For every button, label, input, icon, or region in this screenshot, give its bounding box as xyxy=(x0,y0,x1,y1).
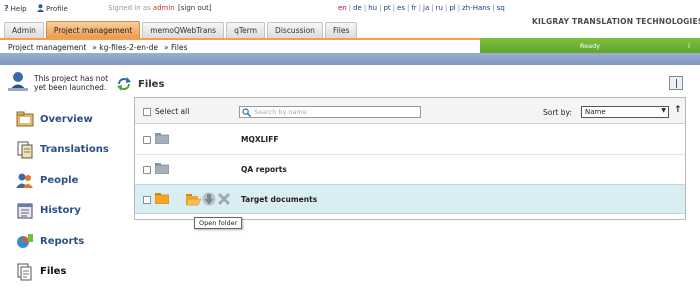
side-nav: Overview Translations People History Rep… xyxy=(16,104,126,287)
tab-discussion[interactable]: Discussion xyxy=(267,22,323,38)
sidebar-item-files[interactable]: Files xyxy=(16,257,126,288)
language-link-fr[interactable]: fr xyxy=(409,4,418,12)
breadcrumb: Project management » kg-files-2-en-de » … xyxy=(8,43,187,52)
sort-direction-button[interactable]: ↑ xyxy=(674,105,682,115)
download-icon[interactable] xyxy=(202,192,216,206)
language-link-hu[interactable]: hu xyxy=(366,4,379,12)
project-status-note: This project has not yet been launched. xyxy=(34,74,109,92)
files-header: Files xyxy=(116,76,164,92)
signed-in-label: Signed in as xyxy=(108,4,151,12)
tab-files[interactable]: Files xyxy=(324,22,358,38)
divider-bar xyxy=(0,53,700,65)
row-checkbox[interactable] xyxy=(143,166,151,174)
files-icon xyxy=(16,263,34,281)
sidebar-item-overview[interactable]: Overview xyxy=(16,104,126,135)
sidebar-item-label: Overview xyxy=(40,113,93,125)
breadcrumb-files: » Files xyxy=(164,43,188,52)
file-name[interactable]: QA reports xyxy=(241,165,287,174)
breadcrumb-project-management[interactable]: Project management xyxy=(8,43,86,52)
folder-icon xyxy=(155,193,169,204)
sidebar-item-translations[interactable]: Translations xyxy=(16,135,126,166)
sidebar-item-history[interactable]: History xyxy=(16,196,126,227)
status-text: Ready xyxy=(579,41,601,50)
translations-icon xyxy=(16,141,34,159)
language-link-ru[interactable]: ru xyxy=(434,4,445,12)
sidebar-item-label: Translations xyxy=(40,144,109,156)
sync-icon[interactable] xyxy=(116,76,132,92)
help-icon: ? xyxy=(4,4,9,13)
tooltip: Open folder xyxy=(194,217,243,229)
chevron-down-icon: ▼ xyxy=(661,107,666,114)
tab-project-management[interactable]: Project management xyxy=(45,21,141,38)
language-link-es[interactable]: es xyxy=(395,4,407,12)
main-tabs: Admin Project management memoQWebTrans q… xyxy=(4,21,359,38)
username: admin xyxy=(152,4,175,12)
row-checkbox[interactable] xyxy=(143,196,151,204)
language-link-ja[interactable]: ja xyxy=(421,4,431,12)
info-icon[interactable]: i xyxy=(688,42,690,50)
profile-link[interactable]: Profile xyxy=(37,4,68,14)
tab-qterm[interactable]: qTerm xyxy=(226,22,266,38)
reports-icon xyxy=(16,232,34,250)
brand-name: KILGRAY TRANSLATION TECHNOLOGIES xyxy=(532,16,700,26)
signout-label: [sign out] xyxy=(178,4,212,12)
language-selector: en | de | hu | pt | es | fr | ja | ru | pl | zh-Hans | sq xyxy=(336,4,507,12)
folder-icon xyxy=(155,133,169,144)
profile-icon xyxy=(37,4,44,14)
select-all[interactable]: Select all xyxy=(143,107,189,116)
files-panel: Select all Search by name Sort by: Name … xyxy=(134,97,686,220)
file-name[interactable]: MQXLIFF xyxy=(241,135,278,144)
select-all-checkbox[interactable] xyxy=(143,107,151,116)
sidebar-item-label: Reports xyxy=(40,235,85,247)
tab-admin[interactable]: Admin xyxy=(4,22,44,38)
language-link-en[interactable]: en xyxy=(336,4,349,12)
open-folder-icon[interactable] xyxy=(186,193,201,206)
files-toolbar: Select all Search by name Sort by: Name … xyxy=(135,98,685,124)
search-icon xyxy=(242,108,251,117)
sidebar-item-people[interactable]: People xyxy=(16,165,126,196)
language-link-pt[interactable]: pt xyxy=(381,4,392,12)
help-label: Help xyxy=(10,4,27,13)
select-all-label: Select all xyxy=(155,107,190,116)
status-bar: Ready i xyxy=(480,38,700,53)
brand-logo: KILGRAY TRANSLATION TECHNOLOGIES xyxy=(528,6,700,36)
page-title: Files xyxy=(138,78,165,90)
file-row[interactable]: MQXLIFF xyxy=(135,125,685,155)
sidebar-item-label: People xyxy=(40,174,79,186)
history-icon xyxy=(16,202,34,220)
search-placeholder: Search by name xyxy=(254,108,307,116)
file-row-selected[interactable]: Target documents xyxy=(135,184,685,214)
signout-link[interactable]: [sign out] xyxy=(178,4,212,12)
sidebar-item-reports[interactable]: Reports xyxy=(16,226,126,257)
sidebar-item-label: Files xyxy=(40,266,67,278)
sidebar-item-label: History xyxy=(40,205,81,217)
help-link[interactable]: ? Help xyxy=(4,4,27,13)
project-user-icon xyxy=(8,72,28,91)
row-actions xyxy=(186,192,231,206)
sort-select-value: Name xyxy=(585,108,606,116)
people-icon xyxy=(16,171,34,189)
panel-toggle-icon[interactable] xyxy=(669,76,683,90)
tab-memoqwebtrans[interactable]: memoQWebTrans xyxy=(142,22,225,38)
sort-by-label: Sort by: xyxy=(543,108,572,117)
search-input[interactable]: Search by name xyxy=(239,106,421,118)
breadcrumb-project[interactable]: » kg-files-2-en-de xyxy=(92,43,158,52)
language-link-pl[interactable]: pl xyxy=(447,4,457,12)
folder-icon xyxy=(155,163,169,174)
language-link-sq[interactable]: sq xyxy=(495,4,507,12)
row-checkbox[interactable] xyxy=(143,136,151,144)
delete-icon[interactable] xyxy=(217,192,231,206)
profile-label: Profile xyxy=(46,5,68,13)
language-link-de[interactable]: de xyxy=(351,4,364,12)
signed-in-info: Signed in as admin xyxy=(108,4,175,12)
file-name[interactable]: Target documents xyxy=(241,195,317,204)
sort-select[interactable]: Name ▼ xyxy=(581,106,669,118)
language-link-zh-Hans[interactable]: zh-Hans xyxy=(460,4,492,12)
file-row[interactable]: QA reports xyxy=(135,155,685,185)
overview-icon xyxy=(16,110,34,128)
